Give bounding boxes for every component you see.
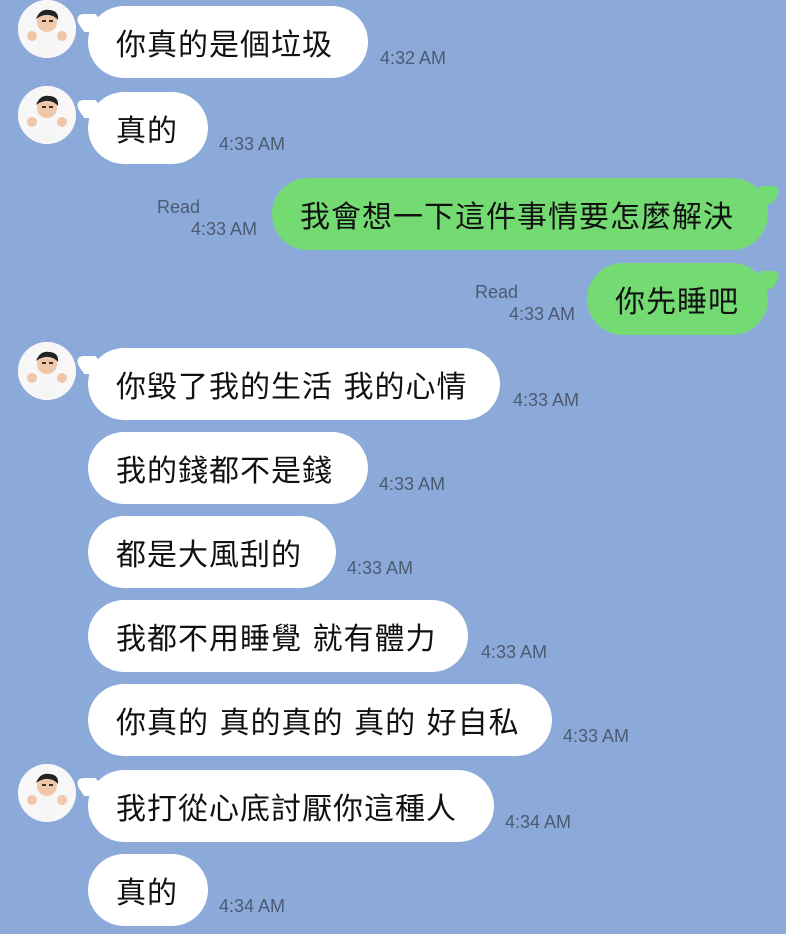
message-time: 4:34 AM [505,812,572,832]
message-bubble-incoming[interactable]: 你毀了我的生活 我的心情 [88,348,500,420]
message-bubble-incoming[interactable]: 我的錢都不是錢 [88,432,368,504]
message-time: 4:33 AM [563,726,630,746]
message-bubble-incoming[interactable]: 你真的是個垃圾 [88,6,368,78]
message-text: 真的 [116,114,178,149]
message-text: 我會想一下這件事情要怎麼解決 [300,200,734,235]
chat-thread: 你真的是個垃圾 4:32 AM 真的 4:33 AM Read 4:33 AM … [0,0,786,934]
message-text: 我都不用睡覺 就有體力 [116,622,437,657]
message-time: 4:33 AM [379,474,446,494]
read-status: Read [157,197,201,217]
message-time: 4:33 AM [347,558,414,578]
message-text: 你真的是個垃圾 [116,28,333,63]
message-meta-outgoing: Read 4:33 AM [475,281,575,324]
message-text: 我的錢都不是錢 [116,454,333,489]
avatar-image [18,0,76,58]
message-time: 4:33 AM [190,219,257,239]
message-time: 4:32 AM [380,48,447,68]
contact-avatar[interactable] [18,342,76,400]
avatar-image [18,342,76,400]
avatar-image [18,764,76,822]
message-text: 你先睡吧 [615,285,739,320]
message-bubble-incoming[interactable]: 我打從心底討厭你這種人 [88,770,494,842]
message-time: 4:33 AM [508,304,575,324]
contact-avatar[interactable] [18,764,76,822]
message-text: 你毀了我的生活 我的心情 [116,370,468,405]
message-bubble-incoming[interactable]: 我都不用睡覺 就有體力 [88,600,468,672]
message-time: 4:33 AM [481,642,548,662]
contact-avatar[interactable] [18,86,76,144]
message-bubble-incoming[interactable]: 真的 [88,92,208,164]
read-status: Read [475,282,519,302]
message-time: 4:33 AM [513,390,580,410]
contact-avatar[interactable] [18,0,76,58]
message-time: 4:33 AM [219,134,286,154]
message-text: 真的 [116,876,178,911]
avatar-image [18,86,76,144]
message-meta-outgoing: Read 4:33 AM [157,196,257,239]
message-bubble-incoming[interactable]: 都是大風刮的 [88,516,336,588]
message-bubble-outgoing[interactable]: 我會想一下這件事情要怎麼解決 [272,178,768,250]
message-time: 4:34 AM [219,896,286,916]
message-bubble-outgoing[interactable]: 你先睡吧 [587,263,768,335]
message-text: 都是大風刮的 [116,538,302,573]
message-bubble-incoming[interactable]: 真的 [88,854,208,926]
message-text: 你真的 真的真的 真的 好自私 [116,706,520,741]
message-text: 我打從心底討厭你這種人 [116,792,457,827]
message-bubble-incoming[interactable]: 你真的 真的真的 真的 好自私 [88,684,552,756]
